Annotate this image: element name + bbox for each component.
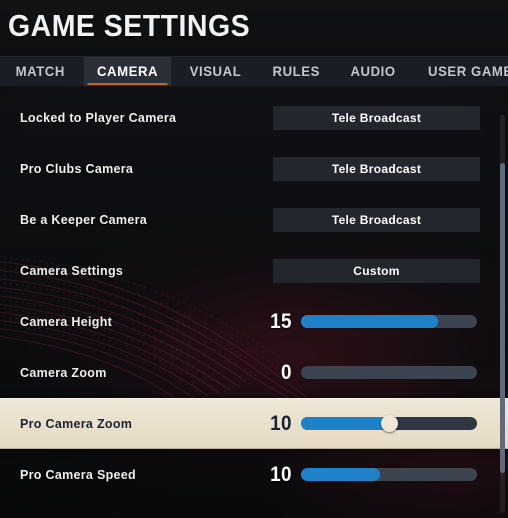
tab-visual[interactable]: VISUAL xyxy=(176,57,254,86)
setting-label: Camera Zoom xyxy=(20,365,107,380)
slider-value: 0 xyxy=(281,361,292,384)
tab-rules[interactable]: RULES xyxy=(259,57,333,86)
slider-track[interactable] xyxy=(301,315,477,328)
slider-fill xyxy=(301,468,381,481)
settings-list: Locked to Player Camera Tele Broadcast Pro… xyxy=(0,92,508,518)
tab-camera[interactable]: CAMERA xyxy=(83,57,171,86)
setting-row-selected[interactable]: Pro Camera Zoom 10 xyxy=(0,398,508,449)
setting-label: Pro Clubs Camera xyxy=(20,161,134,176)
slider-value: 15 xyxy=(270,310,292,333)
setting-row[interactable]: Locked to Player Camera Tele Broadcast xyxy=(0,92,508,143)
setting-row[interactable]: Pro Clubs Camera Tele Broadcast xyxy=(0,143,508,194)
slider-fill xyxy=(301,315,439,328)
slider-value: 10 xyxy=(270,463,292,486)
setting-dropdown-value[interactable]: Tele Broadcast xyxy=(273,105,480,130)
setting-row[interactable]: Camera Settings Custom xyxy=(0,245,508,296)
slider-track[interactable] xyxy=(301,468,477,481)
setting-label: Pro Camera Zoom xyxy=(20,416,133,431)
setting-label: Be a Keeper Camera xyxy=(20,212,147,227)
setting-label: Locked to Player Camera xyxy=(20,110,177,125)
setting-label: Camera Height xyxy=(20,314,113,329)
tab-audio[interactable]: AUDIO xyxy=(337,57,409,86)
tab-bar: MATCHCAMERAVISUALRULESAUDIOUSER GAMEP xyxy=(0,56,508,86)
slider-value: 10 xyxy=(270,412,292,435)
page-title: GAME SETTINGS xyxy=(8,8,251,43)
tab-match[interactable]: MATCH xyxy=(2,57,78,86)
setting-label: Camera Settings xyxy=(20,263,124,278)
setting-dropdown-value[interactable]: Tele Broadcast xyxy=(273,207,480,232)
setting-row[interactable]: Be a Keeper Camera Tele Broadcast xyxy=(0,194,508,245)
setting-label: Pro Camera Speed xyxy=(20,467,136,482)
scrollbar-thumb[interactable] xyxy=(500,162,505,474)
setting-dropdown-value[interactable]: Tele Broadcast xyxy=(273,156,480,181)
setting-row[interactable]: Camera Zoom 0 xyxy=(0,347,508,398)
setting-row[interactable]: Pro Camera Speed 10 xyxy=(0,449,508,500)
scrollbar-track[interactable] xyxy=(500,115,505,513)
setting-dropdown-value[interactable]: Custom xyxy=(273,258,480,283)
slider-track[interactable] xyxy=(301,366,477,379)
slider-fill xyxy=(301,417,389,430)
tab-user-gamep[interactable]: USER GAMEP xyxy=(415,57,508,86)
setting-row[interactable]: Camera Height 15 xyxy=(0,296,508,347)
game-settings-screen: GAME SETTINGS MATCH CAMERA VISUAL RULES AUDI… xyxy=(0,0,508,518)
slider-knob[interactable] xyxy=(380,415,398,432)
header-bar: GAME SETTINGS xyxy=(0,0,508,56)
slider-track[interactable] xyxy=(301,415,477,432)
